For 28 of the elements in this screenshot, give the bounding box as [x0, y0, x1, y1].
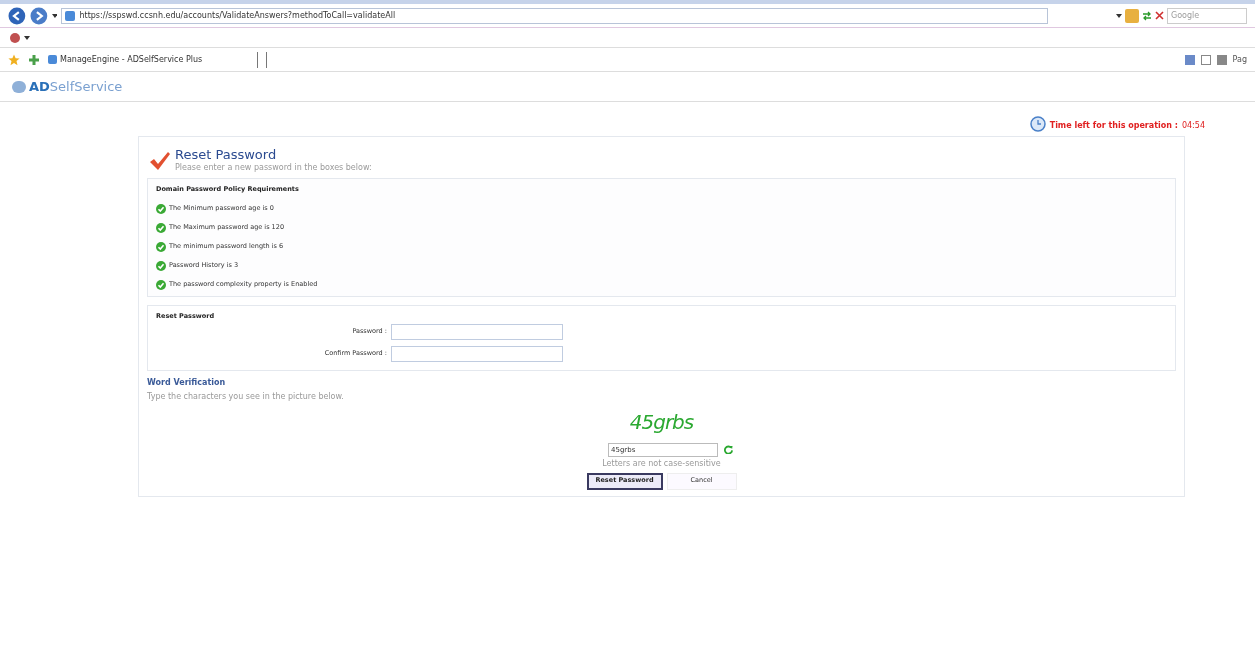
search-field[interactable]: Google [1167, 7, 1247, 24]
password-field[interactable] [391, 345, 563, 362]
page-title: Reset Password [175, 147, 278, 162]
section-heading: Word Verification [147, 376, 227, 389]
address-bar[interactable]: https://sspswd.ccsnh.edu/accounts/ValidateAnswers?methodToCall=validateAll [61, 7, 1048, 24]
favorites-star-icon[interactable] [8, 53, 20, 66]
browser-tab[interactable]: ManageEngine - ADSelfService Plus [48, 51, 258, 68]
page-subtitle: Please enter a new password in the boxes below: [175, 162, 372, 174]
dropdown-caret-icon[interactable] [51, 13, 58, 18]
page-menu[interactable]: Pag [1232, 53, 1247, 66]
checkmark-icon [149, 150, 171, 171]
password-field[interactable] [391, 323, 563, 340]
url-text: https://sspswd.ccsnh.edu/accounts/ValidateAnswers?methodToCall=validateAll [79, 9, 396, 22]
logo-text: ADSelfService [29, 77, 123, 96]
add-favorites-icon[interactable] [28, 53, 40, 66]
back-button[interactable] [8, 6, 26, 25]
dropdown-caret-icon[interactable] [24, 35, 30, 40]
clock-icon [1029, 116, 1046, 132]
forward-button[interactable] [29, 6, 48, 25]
stop-icon[interactable] [1155, 11, 1164, 20]
captcha-image: 45grbs [629, 408, 694, 436]
refresh-arrows-icon[interactable] [1142, 10, 1152, 21]
timer-value: 04:54 [1181, 120, 1205, 132]
dropdown-caret-icon[interactable] [1116, 13, 1122, 18]
hint-text: Type the characters you see in the picture below. [147, 390, 345, 403]
note-text: Letters are not case-sensitive [602, 457, 721, 470]
timer-label: Time left for this operation : [1049, 120, 1178, 132]
refresh-icon[interactable] [724, 445, 733, 454]
